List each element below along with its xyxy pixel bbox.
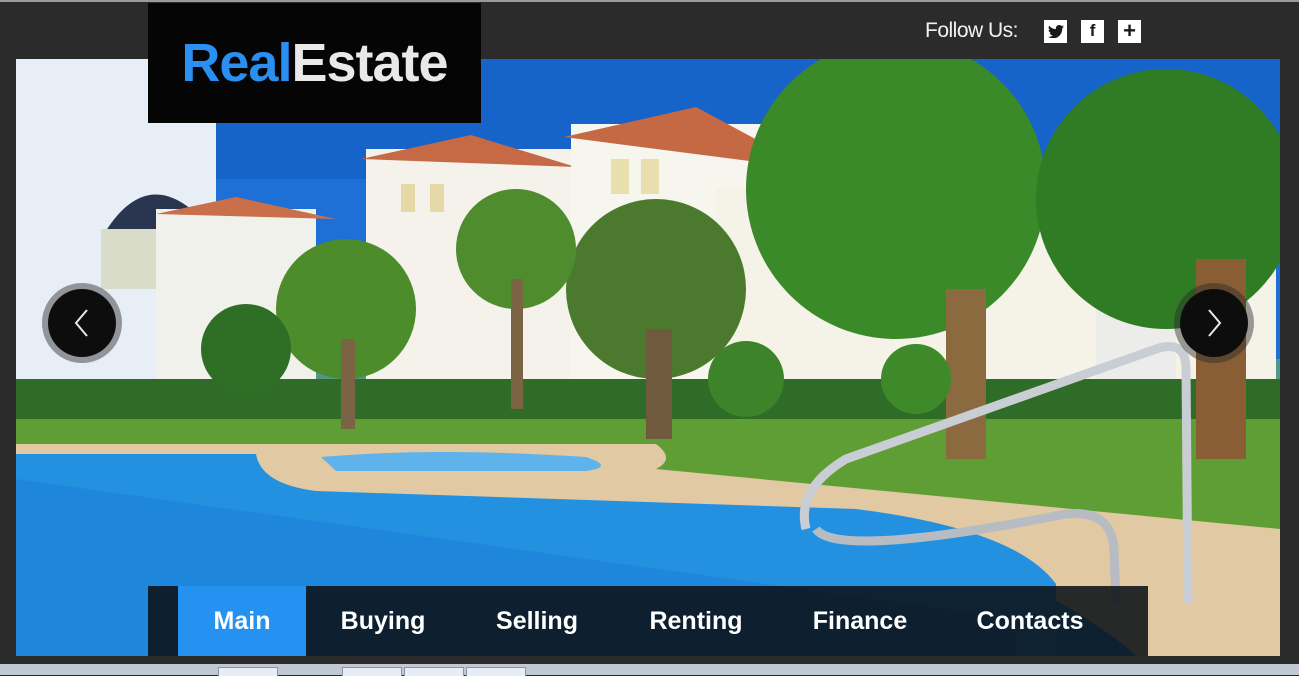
nav-item-label: Selling xyxy=(496,606,578,635)
nav-item-label: Contacts xyxy=(976,606,1084,635)
hero-slider-image xyxy=(16,59,1280,656)
slider-next-button[interactable] xyxy=(1174,283,1254,363)
nav-item-selling[interactable]: Selling xyxy=(460,586,614,656)
nav-item-buying[interactable]: Buying xyxy=(306,586,460,656)
resort-scene xyxy=(16,59,1280,656)
os-taskbar xyxy=(0,664,1299,675)
nav-item-finance[interactable]: Finance xyxy=(778,586,942,656)
twitter-icon[interactable] xyxy=(1044,19,1068,43)
logo-part-estate: Estate xyxy=(291,33,448,93)
plus-icon[interactable]: + xyxy=(1118,18,1142,43)
nav-item-contacts[interactable]: Contacts xyxy=(942,586,1118,656)
chevron-left-icon xyxy=(48,289,116,357)
nav-item-label: Finance xyxy=(812,606,908,635)
nav-item-main[interactable]: Main xyxy=(178,586,306,656)
facebook-icon[interactable]: f xyxy=(1081,19,1105,43)
follow-us-bar: Follow Us: f + xyxy=(925,18,1142,44)
chevron-right-icon xyxy=(1180,289,1248,357)
main-navigation: Main Buying Selling Renting Finance Cont… xyxy=(148,586,1148,656)
nav-item-label: Buying xyxy=(340,606,426,635)
nav-item-renting[interactable]: Renting xyxy=(614,586,778,656)
window-top-border xyxy=(0,0,1299,2)
site-logo[interactable]: RealEstate xyxy=(148,3,481,123)
slider-prev-button[interactable] xyxy=(42,283,122,363)
nav-item-label: Main xyxy=(213,606,271,635)
logo-part-real: Real xyxy=(181,33,292,93)
follow-us-label: Follow Us: xyxy=(925,19,1019,42)
logo-text: RealEstate xyxy=(181,32,448,94)
nav-item-label: Renting xyxy=(649,606,743,635)
